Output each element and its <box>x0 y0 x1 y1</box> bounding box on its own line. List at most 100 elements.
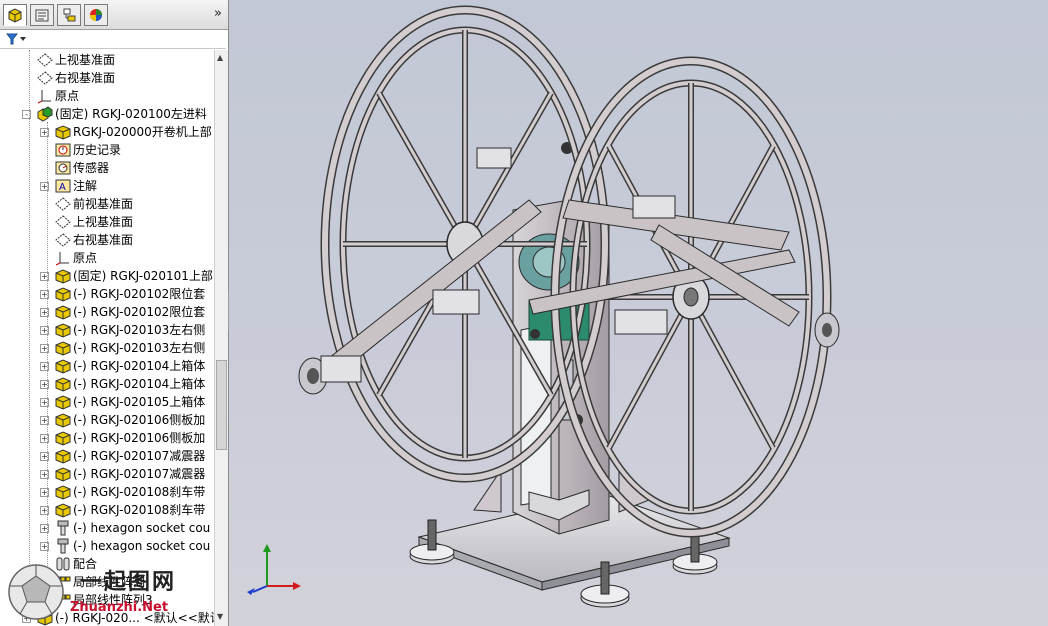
origin-icon <box>37 88 53 104</box>
back-reel-arm <box>298 199 542 395</box>
manager-tab-bar: » <box>0 0 228 30</box>
part-icon <box>55 376 71 392</box>
watermark-brand: 一起图网 <box>80 569 177 595</box>
tree-item-label: (-) RGKJ-020106侧板加 <box>73 413 206 427</box>
more-tabs-button[interactable]: » <box>214 6 222 21</box>
scroll-up-arrow[interactable]: ▲ <box>217 53 223 62</box>
feature-manager-icon <box>8 8 22 23</box>
annotation-icon: A <box>55 178 71 194</box>
tree-item[interactable]: + (-) RGKJ-020102限位套 <box>0 285 214 303</box>
part-icon <box>55 304 71 320</box>
filter-icon[interactable] <box>6 32 28 46</box>
tree-item[interactable]: + (-) RGKJ-020103左右侧 <box>0 339 214 357</box>
tree-item[interactable]: 上视基准面 <box>0 213 214 231</box>
tree-item[interactable]: + (-) hexagon socket cou <box>0 519 214 537</box>
origin-icon <box>55 250 71 266</box>
watermark-logo-icon <box>8 564 64 620</box>
tree-item-label: (-) RGKJ-020104上箱体 <box>73 377 206 391</box>
tree-item[interactable]: + (-) RGKJ-020108刹车带 <box>0 483 214 501</box>
display-manager-icon <box>90 9 102 21</box>
tree-item[interactable]: 右视基准面 <box>0 69 214 87</box>
tree-item-label: 上视基准面 <box>55 53 116 67</box>
tree-item[interactable]: + (-) RGKJ-020103左右侧 <box>0 321 214 339</box>
tree-item[interactable]: 上视基准面 <box>0 51 214 69</box>
feature-tree: 上视基准面 右视基准面 原点 - (固定) RGKJ-020100左进料 + RGKJ-02… <box>0 50 214 626</box>
part-icon <box>55 412 71 428</box>
sensor-icon <box>55 160 71 176</box>
tree-item[interactable]: + (-) RGKJ-020108刹车带 <box>0 501 214 519</box>
tree-item[interactable]: + (-) hexagon socket cou <box>0 537 214 555</box>
tree-item-label: 前视基准面 <box>73 197 134 211</box>
tree-item[interactable]: + A 注解 <box>0 177 214 195</box>
feature-manager-tab[interactable] <box>3 4 27 26</box>
part-icon <box>55 124 71 140</box>
tree-item[interactable]: + (-) RGKJ-020106侧板加 <box>0 429 214 447</box>
feature-manager-panel: » 上视基准面 右视基准面 原点 - (固定) RGKJ-020100左进料 + RGKJ-… <box>0 0 229 626</box>
tree-item-label: RGKJ-020000开卷机上部 <box>73 125 212 139</box>
tree-item-label: (-) RGKJ-020108刹车带 <box>73 503 206 517</box>
tree-item[interactable]: + (-) RGKJ-020106侧板加 <box>0 411 214 429</box>
part-icon <box>55 358 71 374</box>
tree-scrollbar[interactable]: ▲ ▼ <box>214 50 228 626</box>
tree-item[interactable]: + (-) RGKJ-020102限位套 <box>0 303 214 321</box>
tree-item[interactable]: 原点 <box>0 87 214 105</box>
tree-item-label: 右视基准面 <box>55 71 116 85</box>
configuration-manager-tab[interactable] <box>57 4 81 26</box>
tree-item[interactable]: - (固定) RGKJ-020100左进料 <box>0 105 214 123</box>
scroll-down-arrow[interactable]: ▼ <box>217 612 223 621</box>
plane-icon <box>55 196 71 212</box>
part-icon <box>55 502 71 518</box>
svg-text:A: A <box>59 182 66 193</box>
tree-item[interactable]: 右视基准面 <box>0 231 214 249</box>
tree-item-label: (-) RGKJ-020106侧板加 <box>73 431 206 445</box>
tree-item-label: 历史记录 <box>73 143 122 157</box>
tree-item-label: 原点 <box>73 251 98 265</box>
tree-item-label: (-) RGKJ-020107减震器 <box>73 449 206 463</box>
tree-item-label: 注解 <box>73 179 98 193</box>
bolt-icon <box>55 538 71 554</box>
property-manager-icon <box>35 9 49 22</box>
graphics-viewport[interactable] <box>229 0 1048 626</box>
display-manager-tab[interactable] <box>84 4 108 26</box>
tree-item-label: 右视基准面 <box>73 233 134 247</box>
tree-item-label: (固定) RGKJ-020101上部 <box>73 269 213 283</box>
tree-item[interactable]: + (-) RGKJ-020104上箱体 <box>0 375 214 393</box>
tree-item[interactable]: + (-) RGKJ-020107减震器 <box>0 465 214 483</box>
part-icon <box>55 394 71 410</box>
scroll-thumb[interactable] <box>216 360 227 450</box>
plane-icon <box>37 52 53 68</box>
tree-item-label: (-) RGKJ-020108刹车带 <box>73 485 206 499</box>
part-icon <box>55 286 71 302</box>
tree-filter-bar <box>0 30 226 49</box>
tree-item-label: (-) RGKJ-020105上箱体 <box>73 395 206 409</box>
tree-item-label: (固定) RGKJ-020100左进料 <box>55 107 207 121</box>
tree-item[interactable]: 原点 <box>0 249 214 267</box>
part-icon <box>55 466 71 482</box>
coordinate-triad <box>247 544 301 595</box>
tree-item[interactable]: + RGKJ-020000开卷机上部 <box>0 123 214 141</box>
part-icon <box>55 430 71 446</box>
part-icon <box>55 322 71 338</box>
tree-item[interactable]: + (-) RGKJ-020104上箱体 <box>0 357 214 375</box>
tree-connector <box>29 50 30 610</box>
tree-item[interactable]: + (固定) RGKJ-020101上部 <box>0 267 214 285</box>
history-icon <box>55 142 71 158</box>
tree-item-label: 传感器 <box>73 161 110 175</box>
decoiler-3d-model <box>298 5 840 608</box>
tree-item[interactable]: 历史记录 <box>0 141 214 159</box>
tree-item[interactable]: 传感器 <box>0 159 214 177</box>
tree-item-label: (-) RGKJ-020102限位套 <box>73 287 206 301</box>
bolt-icon <box>55 520 71 536</box>
plane-icon <box>55 232 71 248</box>
watermark-url: Zhuanzhi.Net <box>70 600 169 615</box>
plane-icon <box>37 70 53 86</box>
tree-item-label: (-) RGKJ-020102限位套 <box>73 305 206 319</box>
tree-item[interactable]: 前视基准面 <box>0 195 214 213</box>
part-icon <box>55 268 71 284</box>
property-manager-tab[interactable] <box>30 4 54 26</box>
tree-item-label: (-) RGKJ-020103左右侧 <box>73 323 206 337</box>
tree-item-label: (-) RGKJ-020107减震器 <box>73 467 206 481</box>
tree-item[interactable]: + (-) RGKJ-020107减震器 <box>0 447 214 465</box>
tree-item[interactable]: + (-) RGKJ-020105上箱体 <box>0 393 214 411</box>
tree-item-label: (-) RGKJ-020103左右侧 <box>73 341 206 355</box>
